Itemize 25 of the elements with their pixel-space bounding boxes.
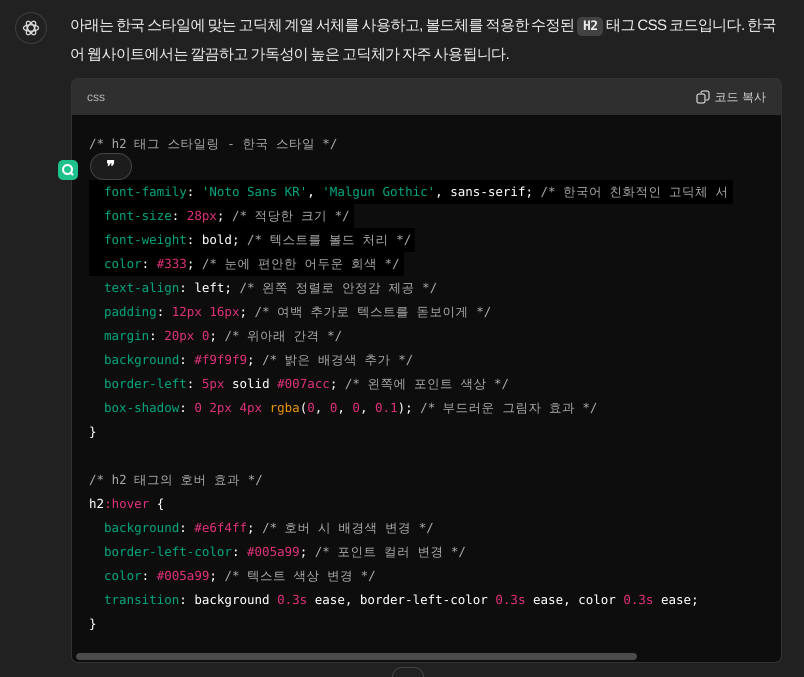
- extension-icon[interactable]: [58, 160, 78, 180]
- quote-button[interactable]: ❞: [90, 153, 132, 180]
- code-line: border-left-color: #005a99; /* 포인트 컬러 변경 */: [103, 543, 467, 561]
- message-text: 아래는 한국 스타일에 맞는 고딕체 계열 서체를 사용하고, 볼드체를 적용한 수정된 H2 태그 CSS 코드입니다. 한국어 웹사이트에서는 깔끔하고 가독성이 높은 고딕체가 자주 사용됩니다.: [70, 16, 777, 65]
- assistant-avatar-icon: [15, 12, 47, 44]
- language-label: css: [87, 90, 105, 104]
- code-line: /* h2 태그 스타일링 - 한국 스타일 */: [89, 135, 338, 153]
- code-line: padding: 12px 16px; /* 여백 추가로 텍스트를 돋보이게 */: [103, 303, 492, 321]
- copy-code-button[interactable]: 코드 복사: [696, 88, 766, 106]
- scrollbar-thumb[interactable]: [76, 653, 637, 660]
- code-line: border-left: 5px solid #007acc; /* 왼쪽에 포인트 색상 */: [103, 375, 510, 393]
- code-line: transition: background 0.3s ease, border-left-color 0.3s ease, color 0.3s ease;: [103, 591, 700, 609]
- code-line: box-shadow: 0 2px 4px rgba(0, 0, 0, 0.1); /* 부드러운 그림자 효과 */: [103, 399, 598, 417]
- code-line: }: [89, 615, 98, 633]
- code-line: margin: 20px 0; /* 위아래 간격 */: [103, 327, 344, 345]
- code-line: background: #e6f4ff; /* 호버 시 배경색 변경 */: [103, 519, 435, 537]
- scroll-down-button[interactable]: [392, 667, 424, 677]
- code-line: /* h2 태그의 호버 효과 */: [89, 471, 264, 489]
- copy-icon: [696, 90, 710, 104]
- code-line: text-align: left; /* 왼쪽 정렬로 안정감 제공 */: [103, 279, 438, 297]
- code-line: color: #005a99; /* 텍스트 색상 변경 */: [103, 567, 377, 585]
- code-line: h2:hover {: [89, 495, 166, 513]
- code-line: }: [89, 423, 98, 441]
- code-line: background: #f9f9f9; /* 밝은 배경색 추가 */: [103, 351, 414, 369]
- inline-code: H2: [577, 17, 604, 36]
